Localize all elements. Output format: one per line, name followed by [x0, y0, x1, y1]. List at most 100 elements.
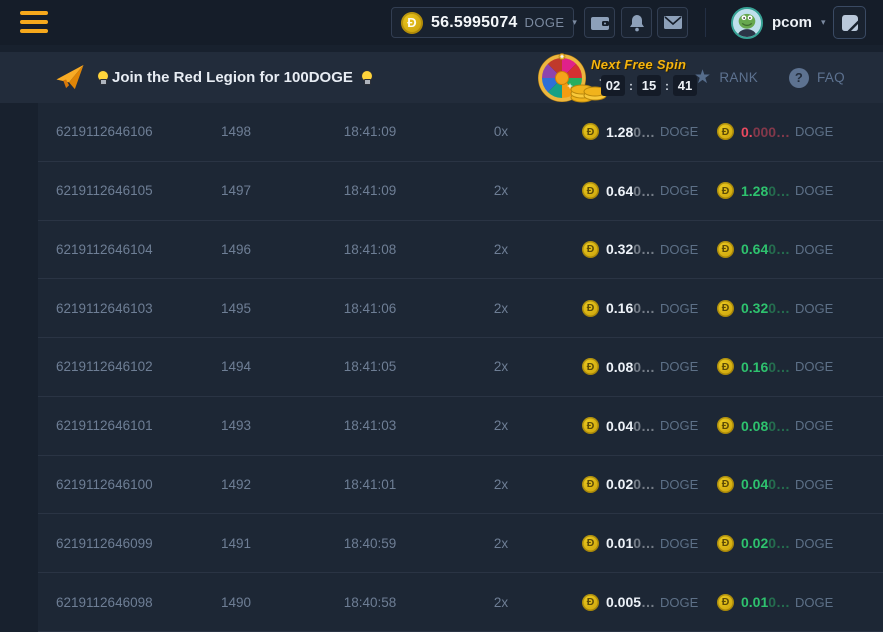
announcement-message: Join the Red Legion for 100DOGE [96, 52, 373, 103]
bet-amount: Đ 0.320… DOGE [532, 241, 705, 258]
bet-amount: Đ 0.005… DOGE [532, 594, 705, 611]
countdown-hours: 02 [601, 75, 625, 96]
bet-time: 18:41:09 [270, 124, 470, 139]
avatar [731, 7, 763, 39]
bet-profit: Đ 0.040… DOGE [705, 476, 883, 493]
bet-profit: Đ 0.080… DOGE [705, 417, 883, 434]
doge-coin-icon: Đ [717, 123, 734, 140]
currency-label: DOGE [660, 418, 698, 433]
bet-id[interactable]: 6219112646106 [38, 124, 202, 139]
bet-profit: Đ 0.320… DOGE [705, 300, 883, 317]
nav-faq[interactable]: ? FAQ [789, 52, 845, 103]
round-number: 1495 [202, 301, 270, 316]
bet-multiplier: 2x [470, 477, 532, 492]
user-menu[interactable]: pcom ▾ [731, 0, 826, 45]
bet-time: 18:41:08 [270, 242, 470, 257]
doge-coin-icon: Đ [717, 300, 734, 317]
next-free-spin-title: Next Free Spin [591, 57, 686, 72]
currency-label: DOGE [795, 124, 833, 139]
doge-coin-icon: Đ [582, 358, 599, 375]
bet-id[interactable]: 6219112646103 [38, 301, 202, 316]
currency-label: DOGE [795, 595, 833, 610]
free-spin-countdown: 02 : 15 : 41 [601, 75, 697, 96]
table-row: 6219112646098 1490 18:40:58 2x Đ 0.005… … [38, 573, 883, 632]
bet-multiplier: 2x [470, 595, 532, 610]
bet-id[interactable]: 6219112646102 [38, 359, 202, 374]
currency-label: DOGE [660, 242, 698, 257]
doge-coin-icon: Đ [582, 300, 599, 317]
currency-label: DOGE [795, 477, 833, 492]
question-mark-icon: ? [789, 68, 809, 88]
messages-button[interactable] [657, 7, 688, 38]
bell-icon [627, 14, 647, 32]
doge-coin-icon: Đ [717, 417, 734, 434]
doge-coin-icon: Đ [582, 476, 599, 493]
bet-amount: Đ 0.020… DOGE [532, 476, 705, 493]
currency-label: DOGE [660, 124, 698, 139]
bet-multiplier: 2x [470, 418, 532, 433]
currency-label: DOGE [795, 183, 833, 198]
bet-amount: Đ 0.640… DOGE [532, 182, 705, 199]
bet-time: 18:41:01 [270, 477, 470, 492]
table-row: 6219112646099 1491 18:40:59 2x Đ 0.010… … [38, 514, 883, 573]
bet-id[interactable]: 6219112646100 [38, 477, 202, 492]
doge-coin-icon: Đ [582, 241, 599, 258]
round-number: 1493 [202, 418, 270, 433]
doge-coin-icon: Đ [717, 182, 734, 199]
bet-amount: Đ 1.280… DOGE [532, 123, 705, 140]
currency-label: DOGE [660, 359, 698, 374]
round-number: 1491 [202, 536, 270, 551]
bet-id[interactable]: 6219112646101 [38, 418, 202, 433]
chat-toggle-icon [840, 13, 860, 33]
nav-rank[interactable]: ★ RANK [694, 52, 758, 103]
balance-dropdown[interactable]: Đ 56.5995074 DOGE ▾ [391, 7, 574, 38]
doge-coin-icon: Đ [717, 594, 734, 611]
bet-multiplier: 2x [470, 242, 532, 257]
star-icon: ★ [694, 68, 711, 87]
announcement-label: Join the Red Legion for 100DOGE [112, 69, 353, 86]
lightbulb-icon [96, 69, 109, 86]
bet-id[interactable]: 6219112646104 [38, 242, 202, 257]
divider [705, 8, 706, 37]
round-number: 1492 [202, 477, 270, 492]
currency-label: DOGE [660, 477, 698, 492]
balance-currency: DOGE [525, 15, 565, 30]
doge-coin-icon: Đ [401, 12, 423, 34]
round-number: 1498 [202, 124, 270, 139]
table-row: 6219112646106 1498 18:41:09 0x Đ 1.280… … [38, 103, 883, 162]
top-bar: Đ 56.5995074 DOGE ▾ [0, 0, 883, 45]
currency-label: DOGE [795, 418, 833, 433]
bet-time: 18:40:59 [270, 536, 470, 551]
doge-coin-icon: Đ [582, 123, 599, 140]
round-number: 1497 [202, 183, 270, 198]
doge-coin-icon: Đ [717, 476, 734, 493]
bet-amount: Đ 0.160… DOGE [532, 300, 705, 317]
wallet-button[interactable] [584, 7, 615, 38]
table-row: 6219112646101 1493 18:41:03 2x Đ 0.040… … [38, 397, 883, 456]
currency-label: DOGE [660, 301, 698, 316]
doge-coin-icon: Đ [717, 358, 734, 375]
balance-amount: 56.5995074 [431, 14, 518, 32]
round-number: 1494 [202, 359, 270, 374]
bet-id[interactable]: 6219112646098 [38, 595, 202, 610]
bet-profit: Đ 0.020… DOGE [705, 535, 883, 552]
chat-toggle-button[interactable] [833, 6, 866, 39]
bet-profit: Đ 0.160… DOGE [705, 358, 883, 375]
megaphone-icon [54, 62, 86, 93]
bet-id[interactable]: 6219112646105 [38, 183, 202, 198]
bet-time: 18:41:06 [270, 301, 470, 316]
bet-profit: Đ 1.280… DOGE [705, 182, 883, 199]
rank-label: RANK [719, 70, 758, 85]
bet-profit: Đ 0.640… DOGE [705, 241, 883, 258]
wallet-icon [590, 14, 610, 32]
currency-label: DOGE [660, 183, 698, 198]
doge-coin-icon: Đ [582, 417, 599, 434]
bet-multiplier: 2x [470, 359, 532, 374]
currency-label: DOGE [660, 595, 698, 610]
countdown-minutes: 15 [637, 75, 661, 96]
bet-id[interactable]: 6219112646099 [38, 536, 202, 551]
notifications-button[interactable] [621, 7, 652, 38]
menu-hamburger-icon[interactable] [20, 11, 48, 33]
bet-time: 18:41:03 [270, 418, 470, 433]
bet-profit: Đ 0.000… DOGE [705, 123, 883, 140]
